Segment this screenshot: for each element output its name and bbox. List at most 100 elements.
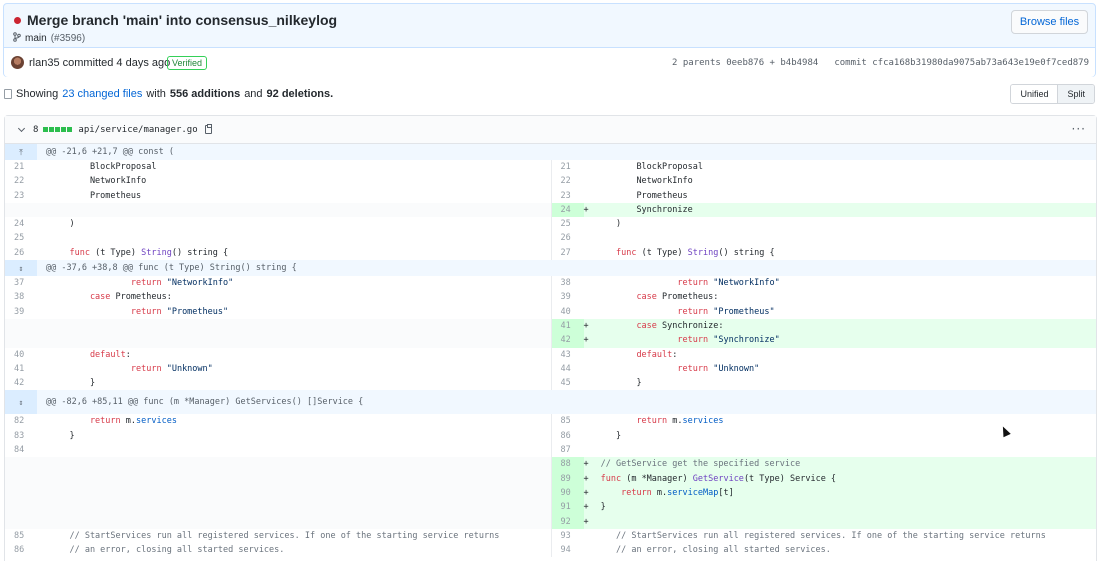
line-number[interactable]: 38 [5, 290, 37, 304]
expand-both-icon[interactable]: ⇕ [5, 390, 37, 415]
expand-up-icon[interactable]: ⤒ [5, 144, 37, 160]
git-branch-icon [13, 32, 21, 45]
code-line: // an error, closing all started service… [49, 545, 285, 556]
line-number[interactable]: 40 [552, 305, 584, 319]
line-number[interactable]: 42 [551, 333, 584, 348]
diff-row: 42 } 45 } [5, 376, 1096, 391]
line-number[interactable]: 86 [552, 429, 584, 443]
diff-row: 21 BlockProposal 21 BlockProposal [5, 160, 1096, 175]
code-line: NetworkInfo [49, 176, 147, 187]
line-number[interactable]: 92 [551, 514, 584, 529]
line-number[interactable]: 25 [5, 231, 37, 245]
line-number[interactable]: 91 [551, 500, 584, 515]
line-number[interactable]: 38 [552, 276, 584, 290]
verified-badge[interactable]: Verified [167, 56, 208, 70]
empty-cell [5, 514, 551, 529]
status-failed-icon[interactable] [14, 17, 21, 24]
addition-cell: 92 + [550, 514, 1096, 529]
line-number[interactable]: 24 [551, 202, 584, 218]
line-number[interactable]: 39 [5, 305, 37, 319]
line-number[interactable]: 26 [552, 231, 584, 245]
empty-cell [5, 202, 551, 218]
split-diff-table: ⤒ @@ -21,6 +21,7 @@ const ( 21 BlockProp… [5, 144, 1096, 558]
code-line: Prometheus [49, 190, 142, 201]
hunk-header: ⇕ @@ -82,6 +85,11 @@ func (m *Manager) G… [5, 390, 1096, 415]
expand-both-icon[interactable]: ⇕ [5, 260, 37, 277]
changed-files-link[interactable]: 23 changed files [62, 88, 142, 100]
commit-hash: commit cfca168b31980da9075ab73a643e19e0f… [834, 58, 1089, 68]
line-number[interactable]: 94 [552, 543, 584, 557]
hunk-text: @@ -82,6 +85,11 @@ func (m *Manager) Get… [46, 397, 364, 408]
diff-row: 91 + } [5, 500, 1096, 515]
diff-row: 26 func (t Type) String() string { 27 fu… [5, 245, 1096, 261]
empty-cell [5, 457, 551, 472]
commit-meta: rlan35 committed 4 days ago Verified 2 p… [4, 47, 1095, 77]
addition-cell: 24 + Synchronize [550, 202, 1096, 218]
diff-row: 92 + [5, 514, 1096, 529]
browse-files-button[interactable]: Browse files [1011, 10, 1088, 34]
line-number[interactable]: 88 [551, 457, 584, 472]
empty-cell [5, 333, 551, 348]
more-options-icon[interactable]: ··· [1072, 122, 1086, 136]
line-number[interactable]: 21 [5, 160, 37, 174]
parents-info[interactable]: 2 parents 0eeb876 + b4b4984 [672, 58, 818, 68]
line-number[interactable]: 44 [552, 362, 584, 376]
line-number[interactable]: 85 [552, 414, 584, 428]
line-number[interactable]: 86 [5, 543, 37, 557]
line-number[interactable]: 25 [552, 217, 584, 231]
code-line: NetworkInfo [595, 176, 693, 187]
line-number[interactable]: 23 [5, 189, 37, 203]
line-number[interactable]: 93 [552, 529, 584, 543]
summary-prefix: Showing [16, 88, 59, 100]
line-number[interactable]: 27 [552, 246, 584, 260]
line-number[interactable]: 21 [552, 160, 584, 174]
code-line: } [595, 378, 642, 389]
line-number[interactable]: 22 [5, 174, 37, 188]
line-number[interactable]: 85 [5, 529, 37, 543]
line-number[interactable]: 42 [5, 376, 37, 390]
line-number[interactable]: 22 [552, 174, 584, 188]
diff-row: 84 87 [5, 443, 1096, 458]
line-number[interactable]: 43 [552, 348, 584, 362]
line-number[interactable]: 82 [5, 414, 37, 428]
line-number[interactable]: 41 [5, 362, 37, 376]
diff-row: 40 default: 43 default: [5, 347, 1096, 362]
chevron-down-icon[interactable] [17, 124, 26, 132]
branch-row: main (#3596) [13, 32, 85, 45]
commit-title: Merge branch 'main' into consensus_nilke… [27, 12, 338, 28]
code-line: return "Synchronize" [595, 335, 780, 346]
line-number[interactable]: 39 [552, 290, 584, 304]
clipboard-icon[interactable] [204, 124, 212, 134]
split-view-button[interactable]: Split [1057, 85, 1094, 103]
unified-view-button[interactable]: Unified [1011, 85, 1058, 103]
line-number[interactable]: 90 [551, 485, 584, 501]
line-number[interactable]: 41 [551, 318, 584, 334]
avatar[interactable] [11, 56, 24, 69]
file-path-link[interactable]: api/service/manager.go [78, 125, 197, 135]
branch-link[interactable]: main [25, 33, 47, 44]
line-number[interactable]: 24 [5, 217, 37, 231]
line-number[interactable]: 40 [5, 348, 37, 362]
hunk-text: @@ -21,6 +21,7 @@ const ( [46, 147, 174, 157]
code-line: default: [595, 349, 678, 360]
code-line: Prometheus [595, 190, 688, 201]
empty-cell [5, 471, 551, 486]
commit-author[interactable]: rlan35 committed 4 days ago [29, 57, 170, 69]
line-number[interactable]: 84 [5, 443, 37, 457]
line-number[interactable]: 89 [551, 471, 584, 486]
diff-view-toggle: Unified Split [1010, 84, 1095, 104]
line-number[interactable]: 23 [552, 189, 584, 203]
diff-row: 41 return "Unknown" 44 return "Unknown" [5, 361, 1096, 377]
diff-row: 24 + Synchronize [5, 202, 1096, 218]
line-number[interactable]: 87 [552, 443, 584, 457]
line-number[interactable]: 45 [552, 376, 584, 390]
commit-ids: 2 parents 0eeb876 + b4b4984 commit cfca1… [672, 58, 1089, 68]
line-number[interactable]: 26 [5, 246, 37, 260]
diff-row: 86 // an error, closing all started serv… [5, 543, 1096, 558]
pr-link[interactable]: (#3596) [51, 33, 85, 44]
line-number[interactable]: 83 [5, 429, 37, 443]
code-line: func (t Type) String() string { [49, 247, 229, 258]
summary-with: with [146, 88, 166, 100]
line-number[interactable]: 37 [5, 276, 37, 290]
hunk-header: ⇕ @@ -37,6 +38,8 @@ func (t Type) String… [5, 260, 1096, 277]
